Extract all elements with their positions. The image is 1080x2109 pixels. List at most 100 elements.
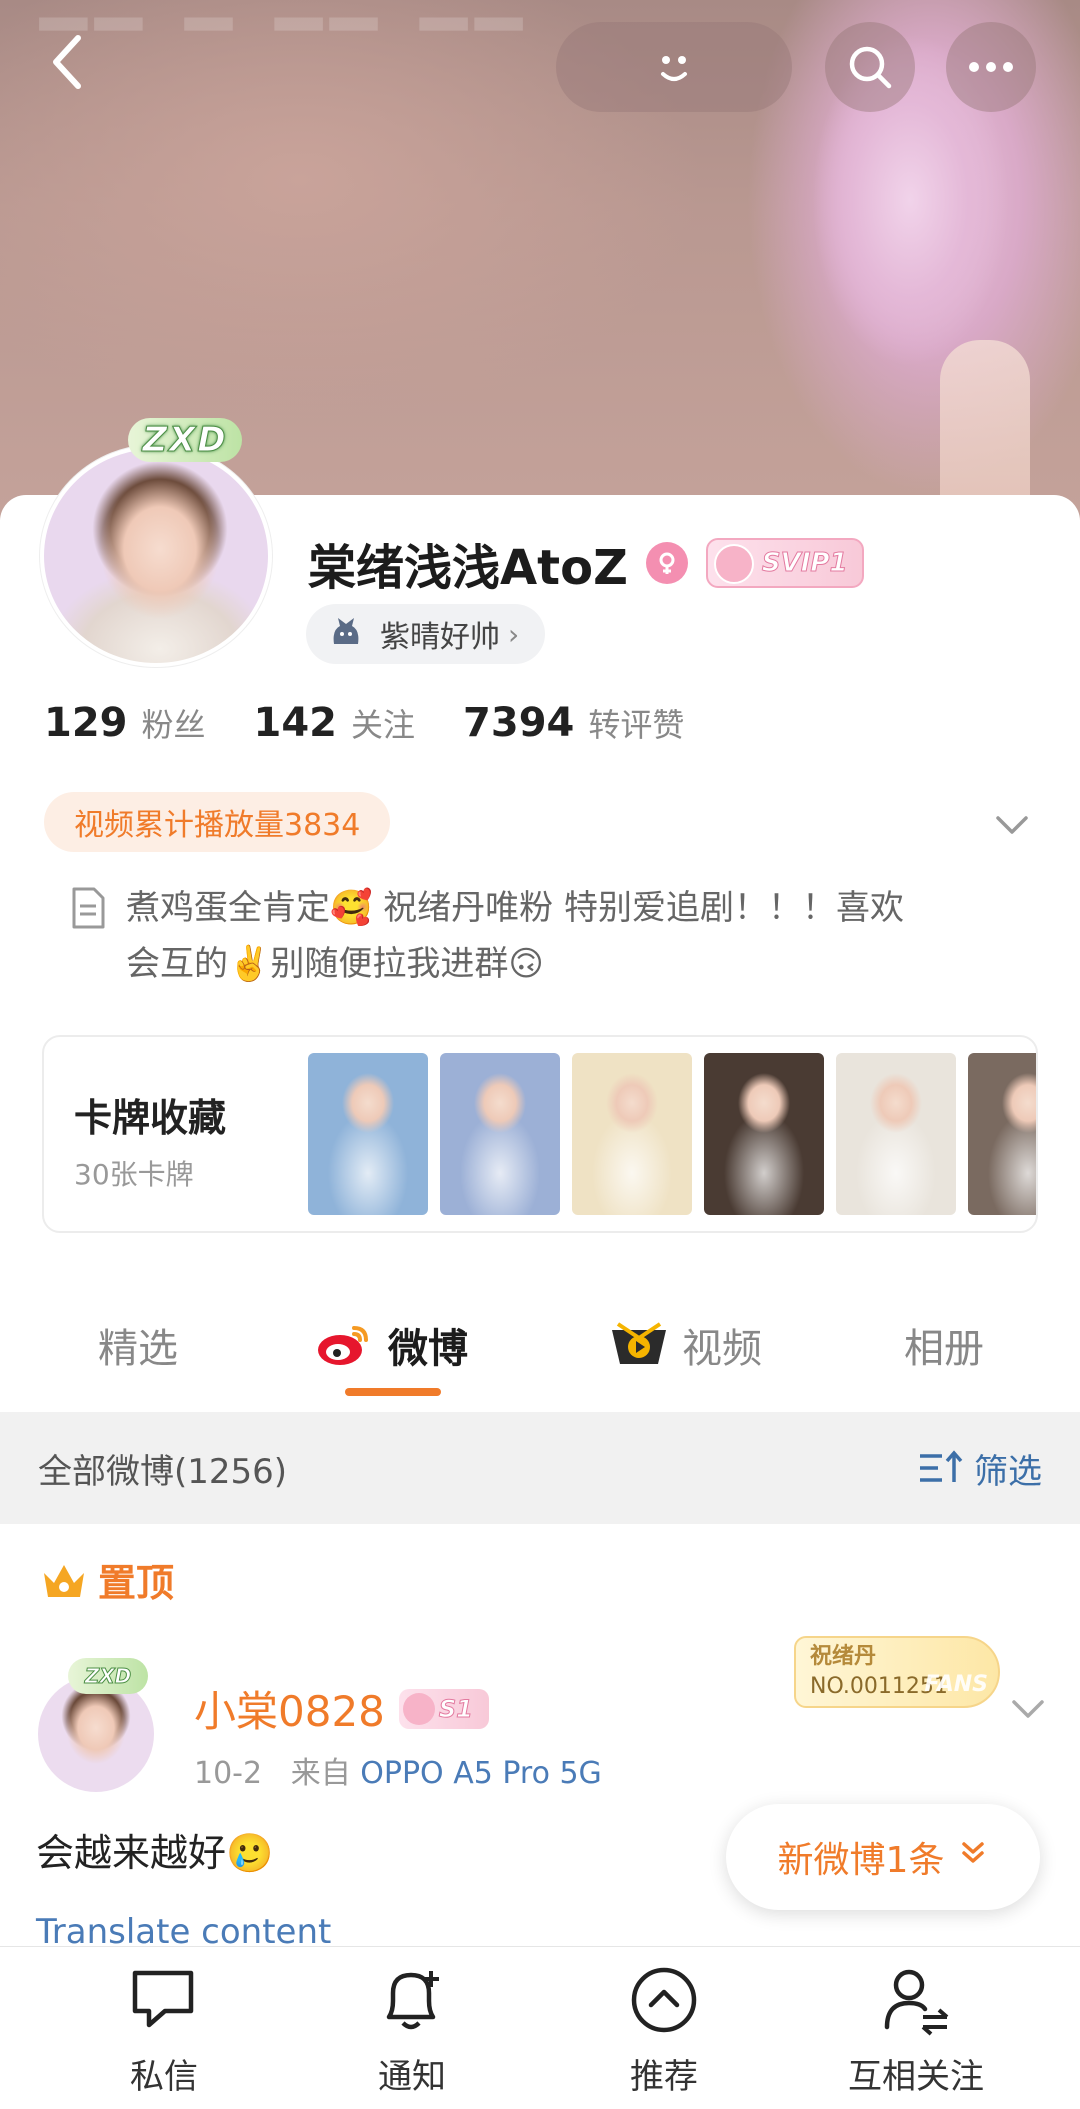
tab-video[interactable]: 视频	[608, 1290, 762, 1400]
avatar-frame-decoration: ZXD	[85, 405, 285, 475]
profile-tabs: 精选 微博 视频 相册	[0, 1290, 1080, 1410]
card-thumbnail[interactable]	[968, 1053, 1036, 1215]
weibo-filter-bar: 全部微博(1256) 筛选	[0, 1412, 1080, 1524]
svip-pig-icon	[713, 544, 754, 584]
profile-avatar[interactable]	[40, 445, 272, 667]
double-chevron-down-icon	[958, 1838, 988, 1876]
card-thumbnail[interactable]	[836, 1053, 956, 1215]
fans-badge-name: 祝绪丹	[810, 1644, 877, 1669]
card-thumbnail[interactable]	[308, 1053, 428, 1215]
back-button[interactable]	[36, 30, 100, 94]
video-play-icon	[612, 1322, 666, 1364]
post-content: 会越来越好🥲	[36, 1831, 274, 1875]
s1-pig-icon	[402, 1692, 435, 1725]
cover-watermark-decoration: ━━ ━ ━━ ━━	[40, 0, 531, 70]
crown-icon	[44, 1564, 84, 1597]
profile-tag-chip[interactable]: 紫晴好帅 ›	[306, 604, 546, 664]
post-source-device[interactable]: OPPO A5 Pro 5G	[360, 1756, 602, 1791]
tab-video-label: 视频	[682, 1326, 762, 1372]
tab-album[interactable]: 相册	[904, 1290, 984, 1400]
card-collection-count: 30张卡牌	[74, 1158, 194, 1191]
stat-interactions[interactable]: 7394 转评赞	[463, 700, 684, 746]
bottom-item-notifications-label: 通知	[378, 2057, 446, 2097]
bottom-item-recommend[interactable]: 推荐	[564, 1961, 764, 2098]
stat-interactions-value: 7394	[463, 700, 575, 746]
fans-membership-badge[interactable]: 祝绪丹 NO.0011251 FANS	[794, 1636, 1000, 1708]
bottom-item-mutual-follow[interactable]: 互相关注	[816, 1961, 1016, 2098]
bottom-action-bar: 私信 通知 推荐 互相关注	[0, 1946, 1080, 2109]
mutual-follow-icon	[884, 1969, 949, 2036]
s1-badge-label: S1	[438, 1694, 473, 1723]
cover-photo-detail	[940, 340, 1030, 520]
more-dots-icon	[969, 62, 1013, 72]
post-options-chevron-down-icon[interactable]	[1004, 1684, 1052, 1732]
post-meta: 10-2 来自 OPPO A5 Pro 5G	[194, 1748, 602, 1792]
card-thumbnail[interactable]	[440, 1053, 560, 1215]
all-weibo-count[interactable]: 全部微博(1256)	[38, 1444, 287, 1493]
expand-profile-chevron-down-icon[interactable]	[988, 800, 1036, 848]
bottom-item-recommend-label: 推荐	[630, 2057, 698, 2097]
new-weibo-toast-label: 新微博1条	[777, 1840, 945, 1881]
face-icon	[661, 56, 687, 81]
bottom-item-notifications[interactable]: 通知	[312, 1961, 512, 2098]
stat-followers-value: 129	[44, 700, 128, 746]
s1-badge[interactable]: S1	[398, 1688, 489, 1729]
search-button[interactable]	[825, 22, 915, 112]
svip-badge-label: SVIP1	[761, 548, 848, 579]
card-collection-panel[interactable]: 卡牌收藏 30张卡牌	[42, 1035, 1038, 1233]
tab-featured[interactable]: 精选	[98, 1290, 178, 1400]
stat-following[interactable]: 142 关注	[254, 700, 416, 746]
bottom-item-messages[interactable]: 私信	[64, 1961, 264, 2098]
card-collection-title: 卡牌收藏	[74, 1096, 227, 1140]
filter-sort-icon	[920, 1450, 963, 1482]
stat-following-label: 关注	[351, 706, 416, 744]
bio-line-1: 煮鸡蛋全肯定🥰 祝绪丹唯粉 特别爱追剧！！！喜欢	[126, 888, 904, 928]
bottom-item-messages-label: 私信	[130, 2057, 198, 2097]
message-icon	[132, 1970, 194, 2028]
bell-icon	[386, 1971, 439, 2030]
profile-avatar-container[interactable]: ZXD	[40, 405, 272, 667]
post-author-row: 小棠0828 S1	[194, 1678, 489, 1739]
search-icon	[849, 46, 892, 89]
chevron-right-icon: ›	[508, 617, 520, 651]
active-tab-indicator	[345, 1388, 441, 1396]
profile-username: 棠绪浅浅AtoZ	[308, 540, 628, 596]
card-thumbnails	[308, 1053, 1036, 1215]
profile-name-row: 棠绪浅浅AtoZ SVIP1	[308, 528, 864, 598]
weibo-logo-icon	[318, 1326, 368, 1365]
card-thumbnail[interactable]	[572, 1053, 692, 1215]
profile-bio: 煮鸡蛋全肯定🥰 祝绪丹唯粉 特别爱追剧！！！喜欢 会互的✌️别随便拉我进群🙃	[68, 880, 1028, 992]
stat-followers-label: 粉丝	[141, 706, 206, 744]
profile-stats: 129 粉丝 142 关注 7394 转评赞	[44, 700, 732, 746]
video-plays-chip[interactable]: 视频累计播放量3834	[44, 792, 391, 852]
tab-featured-label: 精选	[98, 1326, 178, 1372]
avatar-frame-text: ZXD	[128, 418, 242, 462]
female-gender-icon	[645, 542, 688, 584]
stat-interactions-label: 转评赞	[588, 706, 685, 744]
pinned-header: 置顶	[40, 1552, 174, 1607]
card-thumbnail[interactable]	[704, 1053, 824, 1215]
post-author-name[interactable]: 小棠0828	[194, 1678, 385, 1739]
more-button[interactable]	[946, 22, 1036, 112]
post-date: 10-2	[194, 1756, 263, 1791]
bio-line-2: 会互的✌️别随便拉我进群🙃	[126, 944, 544, 984]
post-source-prefix: 来自	[290, 1756, 351, 1791]
profile-tag-label: 紫晴好帅	[380, 620, 500, 655]
mini-app-pill-button[interactable]	[556, 22, 792, 112]
fox-character-icon	[333, 618, 359, 644]
tab-album-label: 相册	[904, 1326, 984, 1372]
filter-button[interactable]: 筛选	[918, 1444, 1042, 1493]
recommend-icon	[631, 1967, 697, 2033]
post-avatar-frame-text: ZXD	[68, 1658, 148, 1694]
document-icon	[72, 887, 105, 929]
tab-weibo-label: 微博	[388, 1326, 468, 1372]
filter-label: 筛选	[974, 1451, 1042, 1492]
chevron-left-icon	[53, 35, 81, 89]
fans-badge-watermark: FANS	[924, 1672, 988, 1697]
tab-weibo[interactable]: 微博	[314, 1290, 468, 1400]
stat-following-value: 142	[253, 700, 338, 746]
svip-badge[interactable]: SVIP1	[705, 538, 864, 588]
new-weibo-toast[interactable]: 新微博1条	[726, 1804, 1040, 1910]
bottom-item-mutual-follow-label: 互相关注	[848, 2057, 984, 2097]
stat-followers[interactable]: 129 粉丝	[44, 700, 206, 746]
